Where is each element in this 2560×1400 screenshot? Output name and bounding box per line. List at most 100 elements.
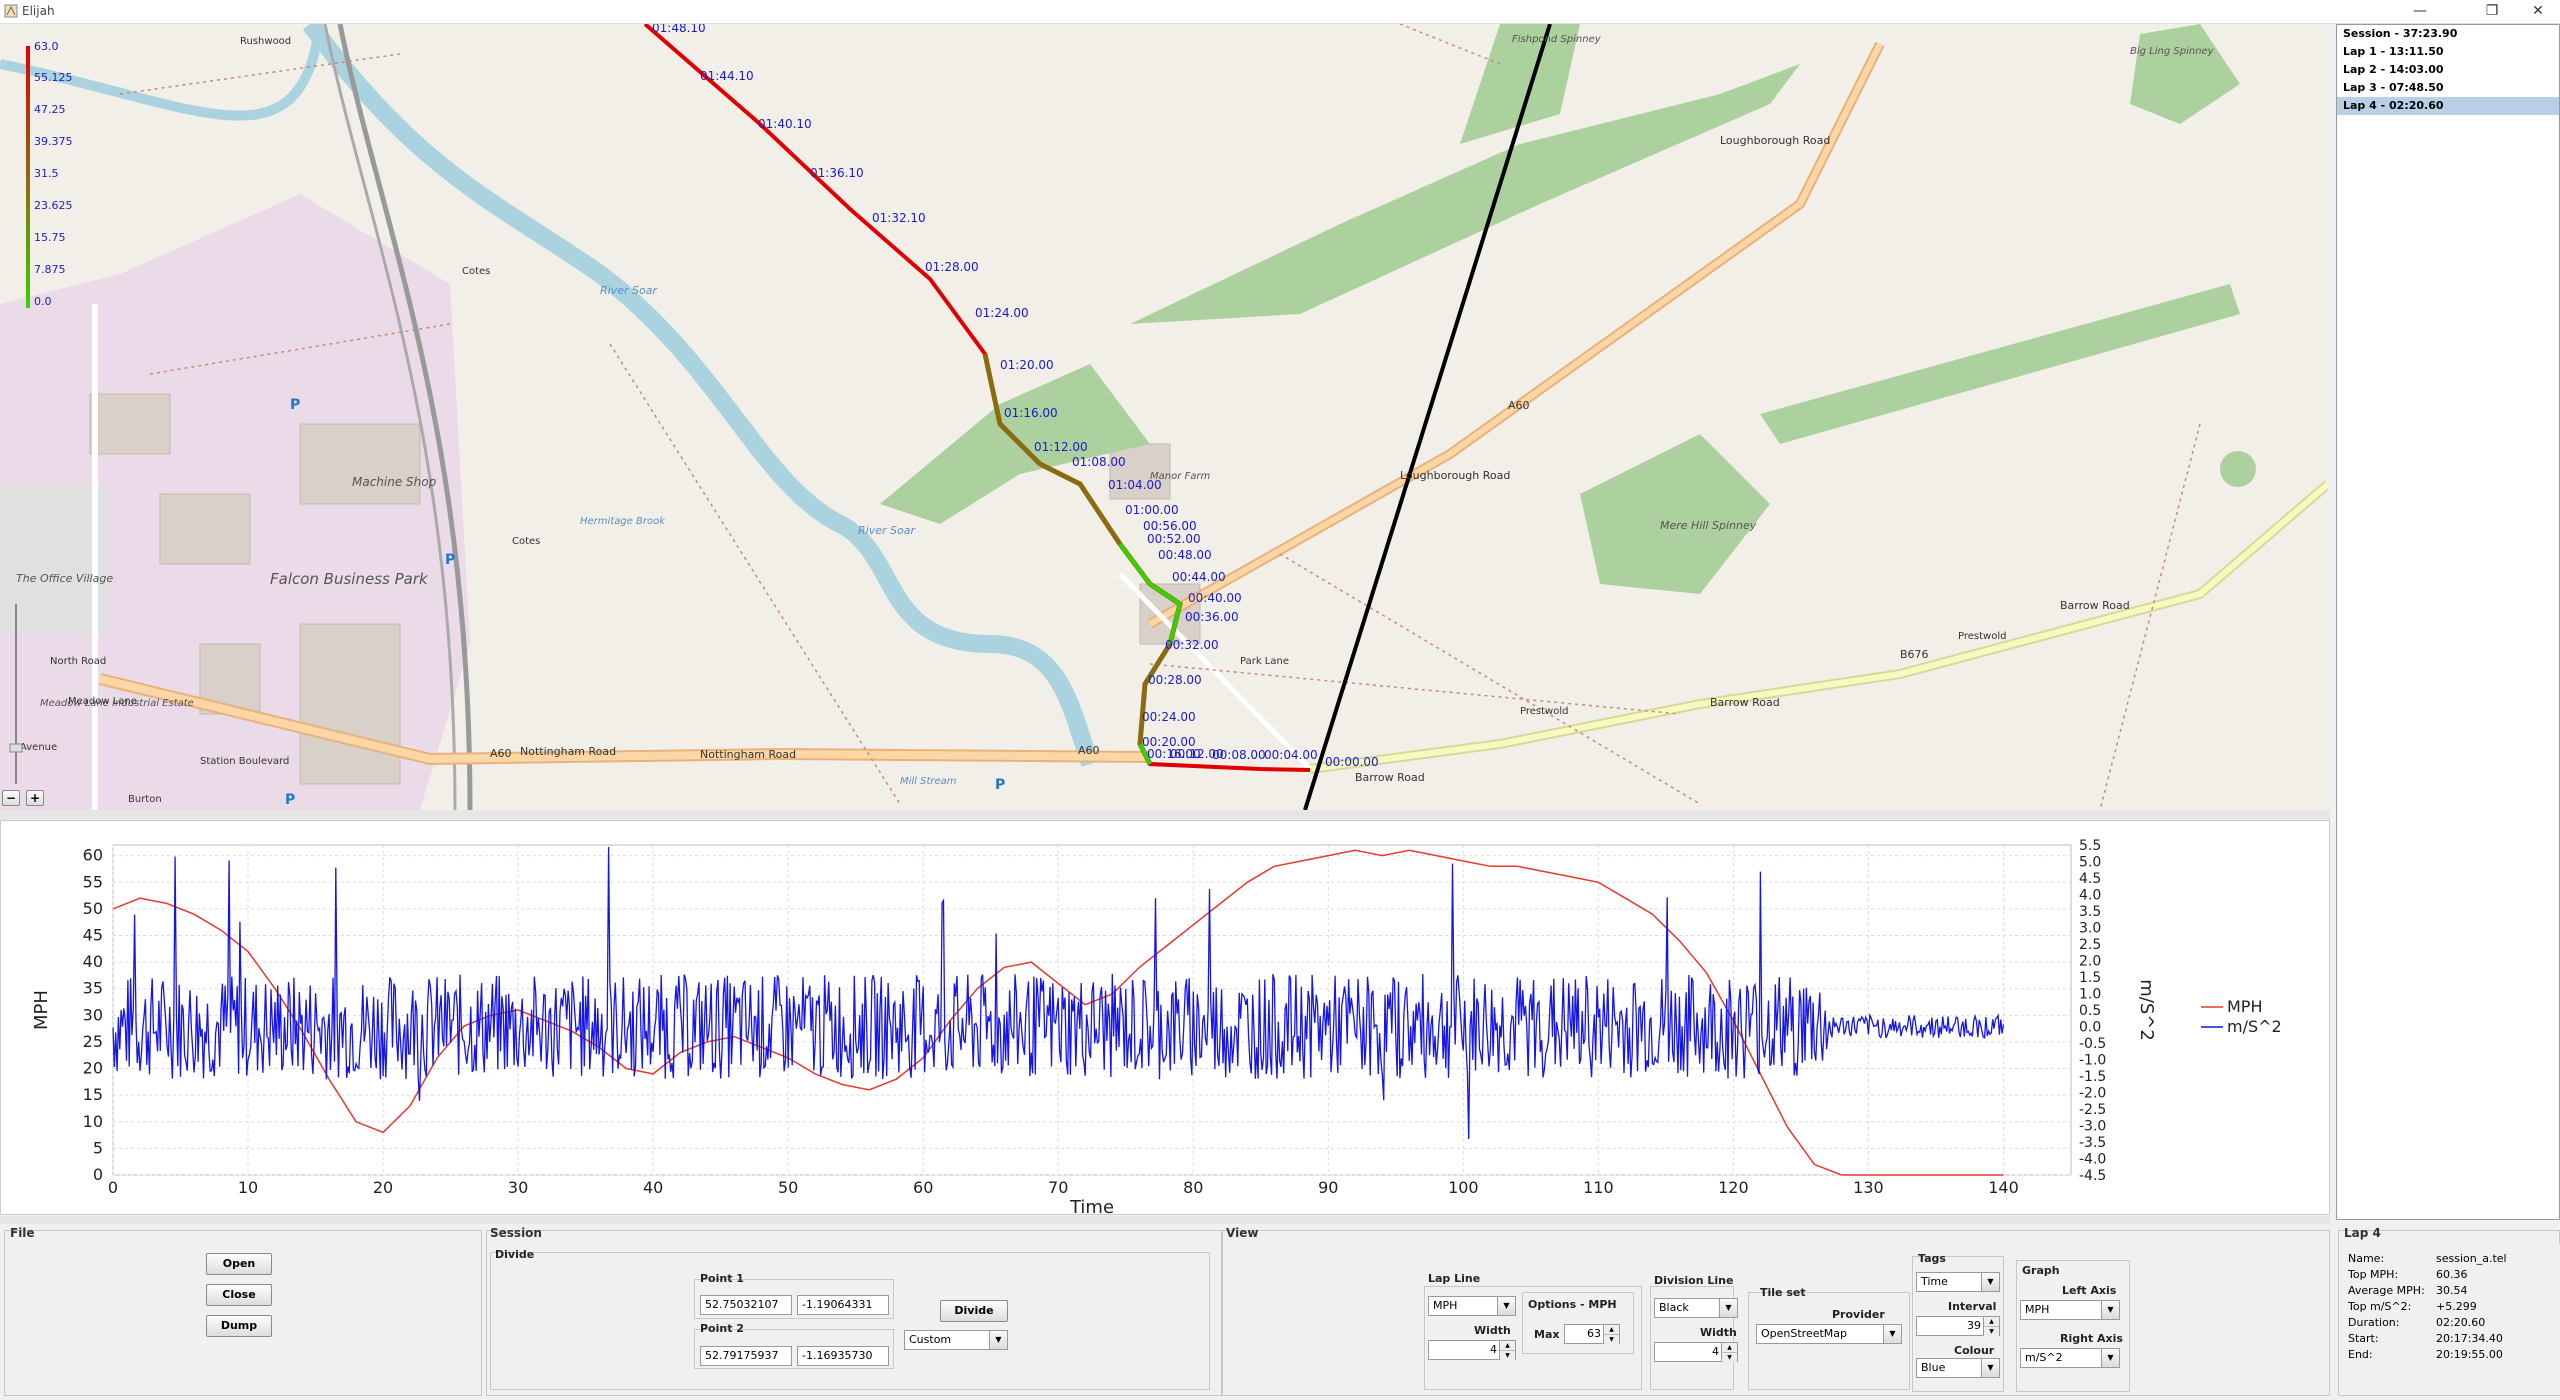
svg-text:P: P <box>290 397 300 413</box>
x-tick-label: 0 <box>108 1178 118 1197</box>
lap-item[interactable]: Lap 3 - 07:48.50 <box>2337 79 2559 97</box>
close-button[interactable]: Close <box>206 1284 272 1306</box>
time-tag: 01:24.00 <box>975 306 1029 320</box>
b676-label: B676 <box>1900 648 1929 661</box>
info-value: 20:17:34.40 <box>2436 1332 2503 1345</box>
y-right-axis-label: m/S^2 <box>2136 979 2157 1041</box>
colour-label: Colour <box>1954 1344 1995 1357</box>
provider-label: Provider <box>1832 1308 1885 1321</box>
y-right-tick-label: -1.0 <box>2079 1053 2106 1069</box>
spin-down-icon[interactable]: ▼ <box>1603 1334 1619 1344</box>
spin-down-icon[interactable]: ▼ <box>1499 1350 1515 1360</box>
info-value: 02:20.60 <box>2436 1316 2486 1329</box>
y-right-tick-label: -0.5 <box>2079 1036 2106 1052</box>
mill-stream-label: Mill Stream <box>900 776 957 787</box>
y-right-tick-label: -2.5 <box>2079 1102 2106 1118</box>
spin-down-icon[interactable]: ▼ <box>1983 1326 1999 1336</box>
map-chart-splitter[interactable] <box>0 810 2330 820</box>
map-view[interactable]: 63.0 55.125 47.25 39.375 31.5 23.625 15.… <box>0 24 2328 810</box>
prestwold-label: Prestwold <box>1520 706 1568 717</box>
manor-farm-label: Manor Farm <box>1150 471 1210 482</box>
chevron-down-icon: ▼ <box>1981 1359 1999 1377</box>
divide-mode-select[interactable]: Custom ▼ <box>904 1330 1008 1350</box>
lap-line-label: Lap Line <box>1428 1272 1481 1285</box>
info-key: End: <box>2348 1348 2373 1361</box>
cotes-label: Cotes <box>462 266 490 277</box>
time-tag: 01:28.00 <box>925 260 979 274</box>
point2-lon-field[interactable]: -1.16935730 <box>797 1346 889 1366</box>
interval-spinner[interactable]: 39 ▲ ▼ <box>1916 1316 2000 1336</box>
lap-track-slow <box>643 24 1311 772</box>
y-right-tick-label: 1.5 <box>2079 970 2101 986</box>
y-right-tick-label: -4.5 <box>2079 1168 2106 1184</box>
x-tick-label: 40 <box>643 1178 663 1197</box>
time-tag: 01:44.10 <box>700 69 754 83</box>
point2-lat-field[interactable]: 52.79175937 <box>700 1346 792 1366</box>
restore-button[interactable]: ❐ <box>2472 2 2512 20</box>
division-width-spinner[interactable]: 4 ▲ ▼ <box>1654 1342 1738 1362</box>
y-left-tick-label: 0 <box>93 1165 103 1184</box>
minimize-button[interactable]: — <box>2400 2 2440 20</box>
lap-line-width-spinner[interactable]: 4 ▲ ▼ <box>1428 1340 1516 1360</box>
y-right-tick-label: 5.0 <box>2079 855 2101 871</box>
zoom-in-button[interactable]: + <box>26 790 44 806</box>
spin-up-icon[interactable]: ▲ <box>1499 1341 1515 1350</box>
app-icon <box>4 4 18 18</box>
zoom-slider-handle[interactable] <box>9 743 23 753</box>
time-tag: 01:00.00 <box>1125 503 1179 517</box>
lap-item[interactable]: Session - 37:23.90 <box>2337 25 2559 43</box>
y-right-tick-label: 3.5 <box>2079 904 2101 920</box>
interval-value: 39 <box>1967 1319 1981 1332</box>
tags-colour-value: Blue <box>1921 1361 1946 1374</box>
chart-controls-splitter[interactable] <box>0 1216 2330 1224</box>
x-tick-label: 30 <box>508 1178 528 1197</box>
spin-up-icon[interactable]: ▲ <box>1603 1325 1619 1334</box>
spin-up-icon[interactable]: ▲ <box>1983 1317 1999 1326</box>
provider-select[interactable]: OpenStreetMap ▼ <box>1756 1324 1902 1344</box>
spin-up-icon[interactable]: ▲ <box>1721 1343 1737 1352</box>
map-canvas[interactable]: 63.0 55.125 47.25 39.375 31.5 23.625 15.… <box>0 24 2328 810</box>
barrow-road-label-c: Barrow Road <box>2060 599 2130 612</box>
y-right-tick-label: 4.0 <box>2079 888 2101 904</box>
avenue-label: Avenue <box>20 742 57 753</box>
prestwold-label-b: Prestwold <box>1958 631 2006 642</box>
left-axis-select[interactable]: MPH ▼ <box>2020 1300 2120 1320</box>
mere-hill-spinney-label: Mere Hill Spinney <box>1660 519 1757 532</box>
point1-lon-field[interactable]: -1.19064331 <box>797 1295 889 1315</box>
division-colour-select[interactable]: Black ▼ <box>1654 1298 1738 1318</box>
x-tick-label: 100 <box>1448 1178 1479 1197</box>
divide-mode-value: Custom <box>909 1333 952 1346</box>
max-spinner[interactable]: 63 ▲ ▼ <box>1564 1324 1620 1344</box>
divide-button[interactable]: Divide <box>940 1300 1008 1322</box>
title-bar: Elijah — ❐ ✕ <box>0 0 2560 24</box>
zoom-out-button[interactable]: − <box>2 790 20 806</box>
y-left-tick-label: 5 <box>93 1138 103 1157</box>
tags-label: Tags <box>1918 1252 1946 1265</box>
time-tag: 00:08.00 <box>1212 748 1266 762</box>
time-tag: 00:00.00 <box>1325 755 1379 769</box>
lap-item-selected[interactable]: Lap 4 - 02:20.60 <box>2337 97 2559 115</box>
time-tag: 01:32.10 <box>872 211 926 225</box>
tags-mode-select[interactable]: Time ▼ <box>1916 1272 2000 1292</box>
cotes-label-b: Cotes <box>512 536 540 547</box>
tile-set-label: Tile set <box>1760 1286 1806 1299</box>
left-axis-label: Left Axis <box>2062 1284 2117 1297</box>
tags-colour-select[interactable]: Blue ▼ <box>1916 1358 2000 1378</box>
x-tick-label: 140 <box>1988 1178 2019 1197</box>
graph-label: Graph <box>2022 1264 2060 1277</box>
close-window-button[interactable]: ✕ <box>2518 2 2558 20</box>
right-axis-select[interactable]: m/S^2 ▼ <box>2020 1348 2120 1368</box>
lap-line-unit-select[interactable]: MPH ▼ <box>1428 1296 1516 1316</box>
info-value: 20:19:55.00 <box>2436 1348 2503 1361</box>
x-axis-label: Time <box>1069 1197 1114 1214</box>
spin-down-icon[interactable]: ▼ <box>1721 1352 1737 1362</box>
speed-legend-5: 23.625 <box>34 199 73 212</box>
point1-lat-field[interactable]: 52.75032107 <box>700 1295 792 1315</box>
lap-list[interactable]: Session - 37:23.90 Lap 1 - 13:11.50 Lap … <box>2336 24 2560 1220</box>
time-tag: 00:04.00 <box>1264 748 1318 762</box>
open-button[interactable]: Open <box>206 1253 272 1275</box>
svg-text:P: P <box>445 552 455 568</box>
lap-item[interactable]: Lap 1 - 13:11.50 <box>2337 43 2559 61</box>
dump-button[interactable]: Dump <box>206 1315 272 1337</box>
lap-item[interactable]: Lap 2 - 14:03.00 <box>2337 61 2559 79</box>
